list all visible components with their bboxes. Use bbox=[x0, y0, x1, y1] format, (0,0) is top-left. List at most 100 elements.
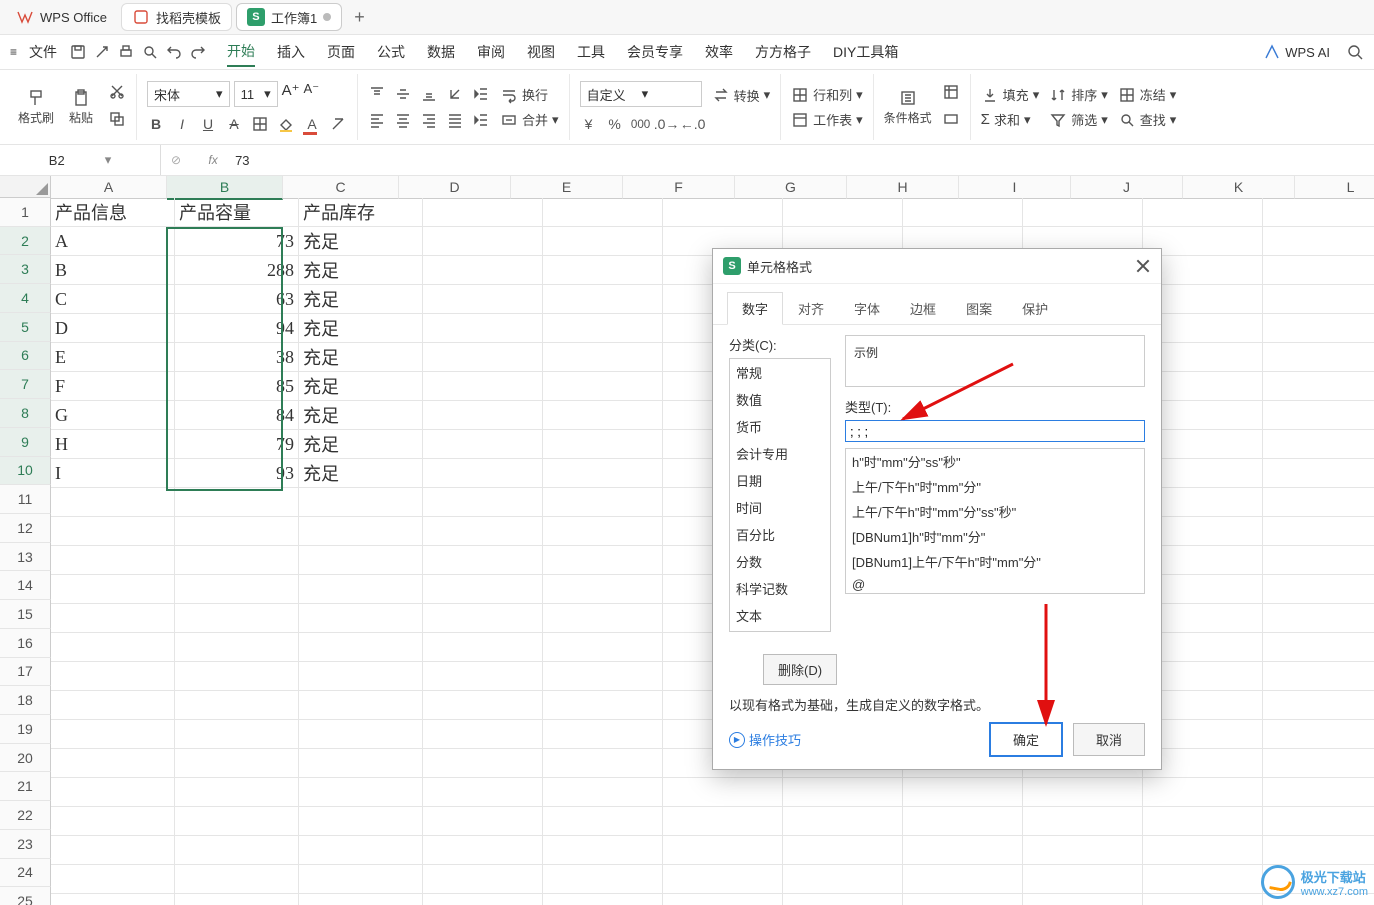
cell[interactable] bbox=[1263, 575, 1374, 604]
cell[interactable] bbox=[299, 575, 423, 604]
cell[interactable] bbox=[1143, 198, 1263, 227]
cell-style-icon[interactable] bbox=[942, 110, 960, 131]
cell[interactable] bbox=[1263, 372, 1374, 401]
cell[interactable] bbox=[663, 807, 783, 836]
cell[interactable] bbox=[175, 546, 299, 575]
menu-4[interactable]: 数据 bbox=[427, 42, 455, 62]
dialog-tab[interactable]: 保护 bbox=[1007, 292, 1063, 324]
row-header[interactable]: 10 bbox=[0, 457, 51, 486]
col-header[interactable]: K bbox=[1183, 176, 1295, 199]
cell[interactable] bbox=[299, 633, 423, 662]
dec-decimal-icon[interactable]: ←.0 bbox=[684, 115, 702, 133]
cell[interactable] bbox=[1263, 836, 1374, 865]
cell[interactable]: 产品容量 bbox=[175, 198, 299, 227]
cell[interactable] bbox=[423, 227, 543, 256]
cell[interactable] bbox=[543, 343, 663, 372]
cell[interactable] bbox=[543, 778, 663, 807]
row-header[interactable]: 3 bbox=[0, 255, 51, 284]
dialog-tab[interactable]: 字体 bbox=[839, 292, 895, 324]
row-header[interactable]: 15 bbox=[0, 600, 51, 629]
workbook-tab[interactable]: S 工作簿1 bbox=[236, 3, 342, 31]
cell[interactable]: 充足 bbox=[299, 430, 423, 459]
cell[interactable] bbox=[1263, 720, 1374, 749]
redo-icon[interactable] bbox=[189, 43, 207, 61]
menu-2[interactable]: 页面 bbox=[327, 42, 355, 62]
italic-icon[interactable]: I bbox=[173, 115, 191, 133]
cell[interactable] bbox=[51, 865, 175, 894]
cell[interactable] bbox=[663, 198, 783, 227]
inc-decimal-icon[interactable]: .0→ bbox=[658, 115, 676, 133]
cell[interactable] bbox=[423, 662, 543, 691]
align-center-icon[interactable] bbox=[394, 111, 412, 129]
format-item[interactable]: 上午/下午h"时"mm"分"ss"秒" bbox=[846, 499, 1144, 524]
cell[interactable] bbox=[783, 894, 903, 905]
category-item[interactable]: 文本 bbox=[730, 602, 830, 629]
cell[interactable]: 94 bbox=[175, 314, 299, 343]
cell[interactable] bbox=[1023, 894, 1143, 905]
undo-icon[interactable] bbox=[165, 43, 183, 61]
name-box[interactable]: B2 ▾ bbox=[0, 145, 161, 175]
menu-0[interactable]: 开始 bbox=[227, 41, 255, 67]
convert-button[interactable]: 转换▾ bbox=[712, 86, 771, 105]
cell[interactable] bbox=[175, 865, 299, 894]
cell[interactable] bbox=[1263, 807, 1374, 836]
cell[interactable] bbox=[51, 546, 175, 575]
row-header[interactable]: 2 bbox=[0, 227, 51, 256]
cell[interactable]: E bbox=[51, 343, 175, 372]
cell[interactable] bbox=[1023, 198, 1143, 227]
row-header[interactable]: 12 bbox=[0, 514, 51, 543]
cond-format-button[interactable]: 条件格式 bbox=[884, 89, 932, 126]
file-menu[interactable]: 文件 bbox=[29, 42, 57, 62]
menu-7[interactable]: 工具 bbox=[577, 42, 605, 62]
row-header[interactable]: 16 bbox=[0, 629, 51, 658]
category-item[interactable]: 常规 bbox=[730, 359, 830, 386]
dialog-tab[interactable]: 边框 bbox=[895, 292, 951, 324]
cell[interactable]: 充足 bbox=[299, 343, 423, 372]
cell[interactable] bbox=[51, 662, 175, 691]
cell[interactable]: F bbox=[51, 372, 175, 401]
cell[interactable]: 产品信息 bbox=[51, 198, 175, 227]
type-input[interactable] bbox=[845, 420, 1145, 442]
cell[interactable] bbox=[1263, 256, 1374, 285]
format-item[interactable]: [DBNum1]h"时"mm"分" bbox=[846, 524, 1144, 549]
justify-icon[interactable] bbox=[446, 111, 464, 129]
cell[interactable] bbox=[51, 575, 175, 604]
col-header[interactable]: H bbox=[847, 176, 959, 199]
dialog-tab[interactable]: 对齐 bbox=[783, 292, 839, 324]
cell[interactable]: 79 bbox=[175, 430, 299, 459]
cell[interactable]: H bbox=[51, 430, 175, 459]
row-header[interactable]: 21 bbox=[0, 772, 51, 801]
cell[interactable] bbox=[1023, 836, 1143, 865]
cell[interactable] bbox=[1263, 633, 1374, 662]
indent-inc-icon[interactable] bbox=[472, 111, 490, 129]
menu-3[interactable]: 公式 bbox=[377, 42, 405, 62]
rowcol-button[interactable]: 行和列▾ bbox=[791, 85, 863, 104]
cell[interactable] bbox=[423, 488, 543, 517]
cell[interactable] bbox=[175, 604, 299, 633]
font-size-select[interactable]: 11▾ bbox=[234, 81, 278, 107]
cell[interactable] bbox=[543, 894, 663, 905]
search-icon[interactable] bbox=[1346, 43, 1364, 61]
cell[interactable] bbox=[299, 488, 423, 517]
menu-9[interactable]: 效率 bbox=[705, 42, 733, 62]
cell[interactable]: I bbox=[51, 459, 175, 488]
cell[interactable] bbox=[51, 633, 175, 662]
cell[interactable] bbox=[1263, 343, 1374, 372]
number-format-select[interactable]: 自定义▾ bbox=[580, 81, 702, 107]
cell[interactable] bbox=[175, 517, 299, 546]
cell[interactable] bbox=[543, 198, 663, 227]
cell[interactable] bbox=[299, 604, 423, 633]
comma-icon[interactable]: 000 bbox=[632, 115, 650, 133]
category-item[interactable]: 数值 bbox=[730, 386, 830, 413]
cell[interactable] bbox=[543, 459, 663, 488]
sum-button[interactable]: Σ求和▾ bbox=[981, 110, 1040, 129]
table-style-icon[interactable] bbox=[942, 83, 960, 104]
cell[interactable]: 73 bbox=[175, 227, 299, 256]
merge-button[interactable]: 合并▾ bbox=[500, 110, 559, 129]
col-header[interactable]: L bbox=[1295, 176, 1374, 199]
percent-icon[interactable]: % bbox=[606, 115, 624, 133]
close-icon[interactable] bbox=[1135, 258, 1151, 274]
cell[interactable] bbox=[423, 575, 543, 604]
find-button[interactable]: 查找▾ bbox=[1118, 110, 1177, 129]
row-header[interactable]: 24 bbox=[0, 859, 51, 888]
